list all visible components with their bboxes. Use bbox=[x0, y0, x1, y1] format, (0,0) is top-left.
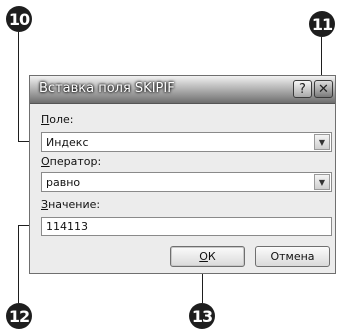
operator-select-value: равно bbox=[46, 176, 81, 189]
skipif-dialog: Вставка поля SKIPIF ? ✕ Поле: Индекс ▼ О… bbox=[29, 75, 336, 274]
callout-11: 11 bbox=[309, 11, 335, 37]
cancel-button[interactable]: Отмена bbox=[255, 246, 330, 267]
value-input[interactable]: 114113 bbox=[41, 217, 332, 236]
operator-select[interactable]: равно ▼ bbox=[41, 172, 332, 192]
value-label: Значение: bbox=[41, 198, 101, 211]
close-icon: ✕ bbox=[318, 81, 329, 97]
dialog-titlebar: Вставка поля SKIPIF ? ✕ bbox=[30, 76, 335, 104]
field-select[interactable]: Индекс ▼ bbox=[41, 132, 332, 152]
callout-13: 13 bbox=[189, 303, 215, 329]
field-select-value: Индекс bbox=[46, 136, 89, 149]
ok-button[interactable]: ОК bbox=[170, 246, 245, 267]
operator-label: Оператор: bbox=[41, 155, 102, 168]
help-icon: ? bbox=[299, 81, 306, 97]
callout-10: 10 bbox=[6, 6, 32, 32]
dialog-title: Вставка поля SKIPIF bbox=[39, 81, 175, 96]
chevron-down-icon[interactable]: ▼ bbox=[314, 134, 330, 150]
callout-12: 12 bbox=[6, 303, 32, 329]
leader-line-12-vertical bbox=[18, 225, 19, 303]
leader-line-10-vertical bbox=[18, 32, 19, 142]
field-label: Поле: bbox=[41, 113, 74, 126]
close-button[interactable]: ✕ bbox=[314, 80, 333, 98]
value-input-text: 114113 bbox=[46, 220, 88, 233]
help-button[interactable]: ? bbox=[293, 80, 312, 98]
chevron-down-icon[interactable]: ▼ bbox=[314, 174, 330, 190]
